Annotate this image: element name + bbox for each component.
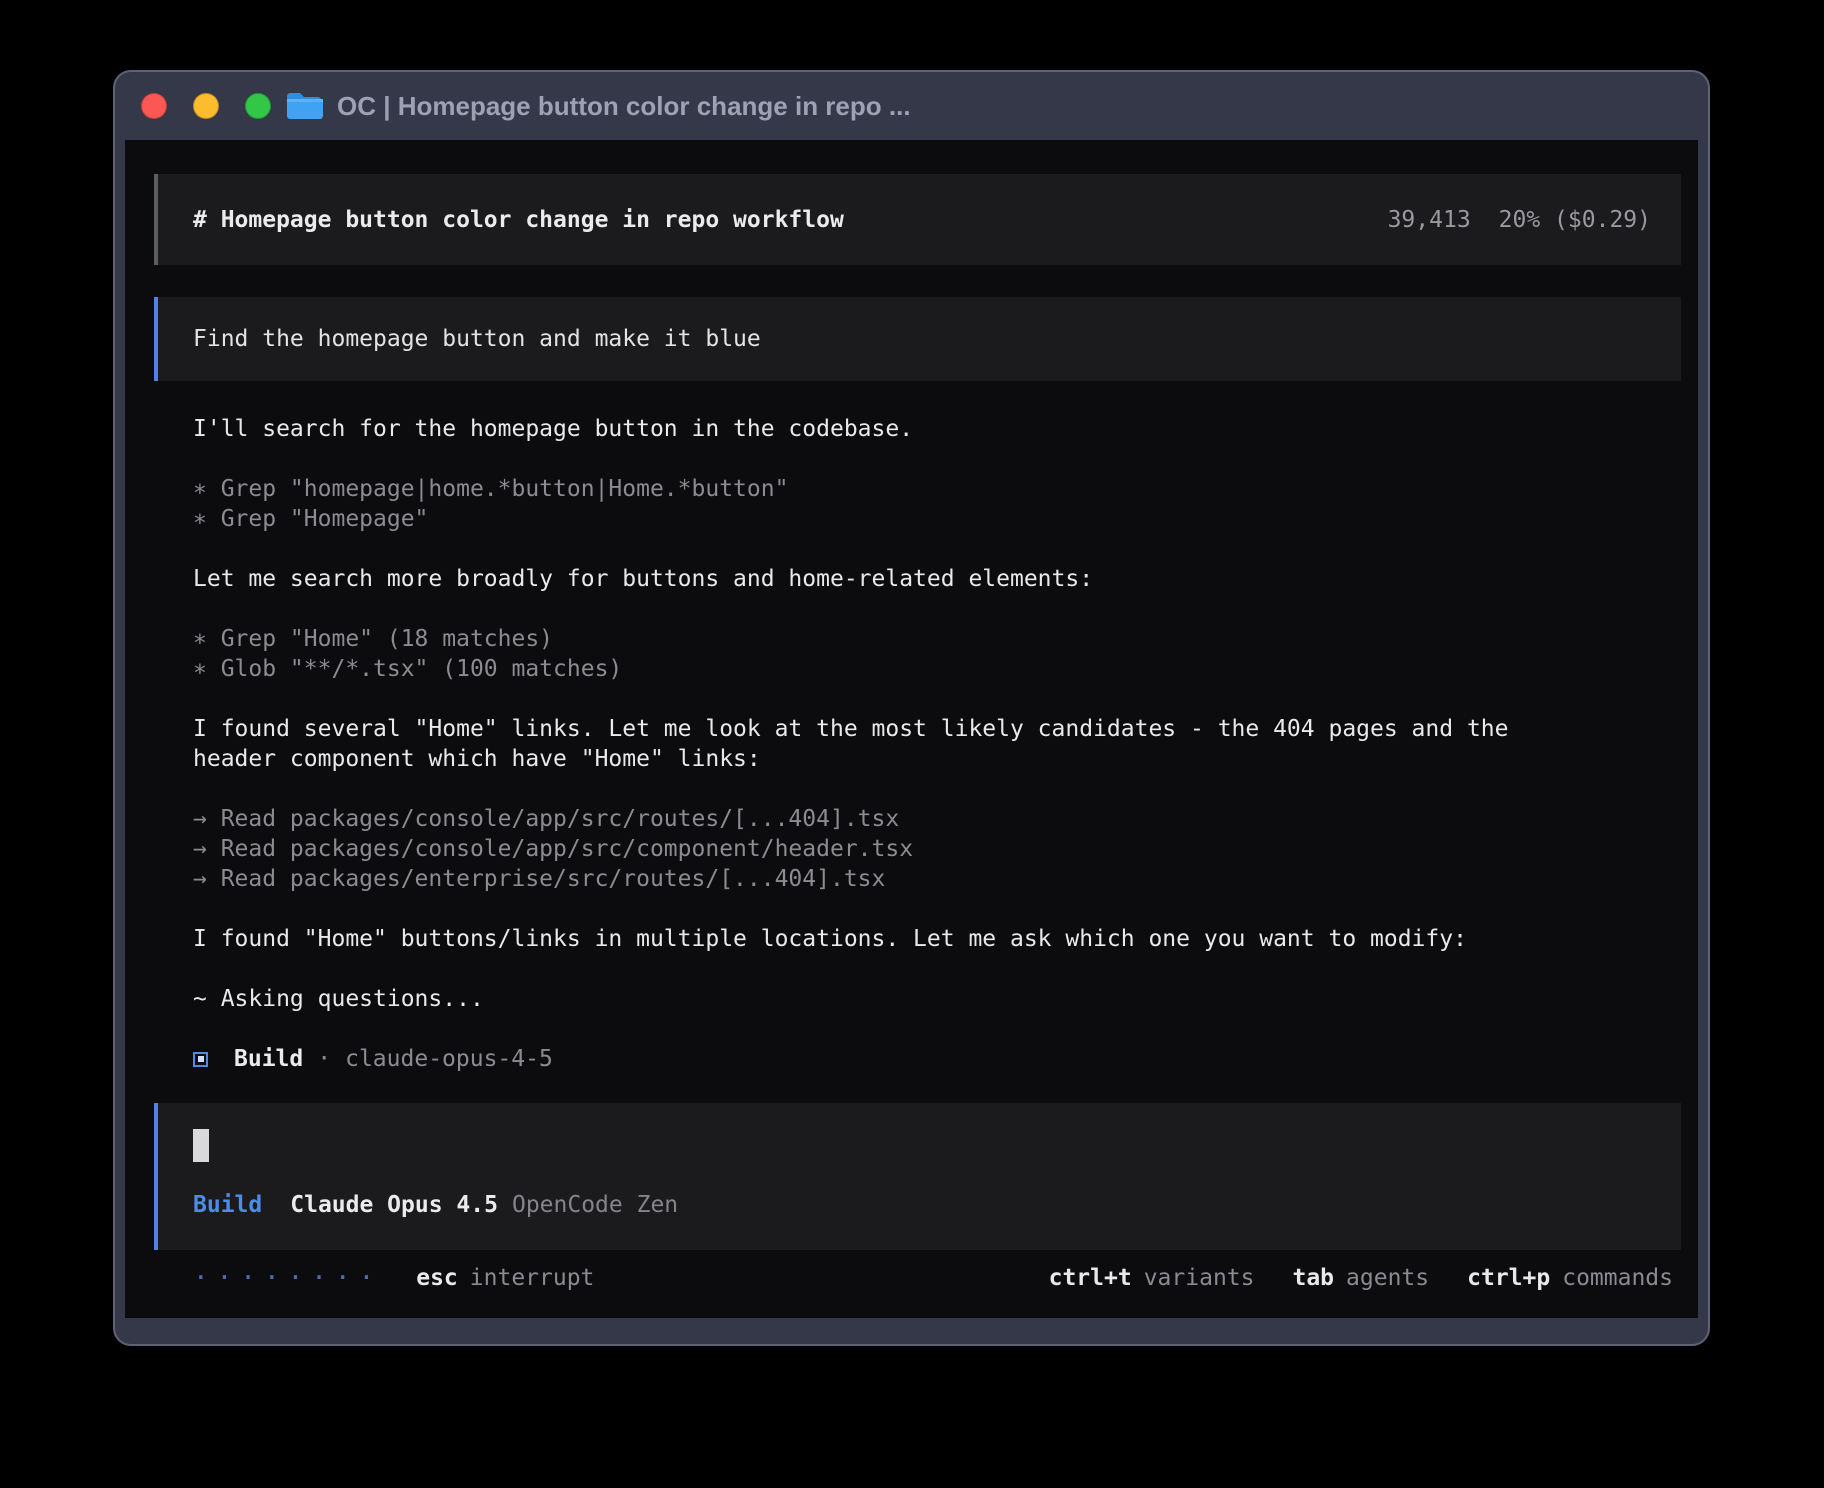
hint-label: agents [1346,1263,1429,1293]
agent-model: claude-opus-4-5 [345,1044,553,1074]
conversation: I'll search for the homepage button in t… [154,414,1681,1074]
input-mode-line: Build Claude Opus 4.5 OpenCode Zen [193,1190,1651,1220]
window-titlebar[interactable]: OC | Homepage button color change in rep… [115,72,1708,140]
window-title: OC | Homepage button color change in rep… [337,91,911,122]
hint-label: commands [1562,1263,1673,1293]
assistant-paragraph: I found several "Home" links. Let me loo… [193,714,1581,774]
zoom-button[interactable] [245,93,271,119]
tool-call-group: → Read packages/console/app/src/routes/[… [193,804,1581,894]
text-cursor [193,1129,209,1162]
minimize-button[interactable] [193,93,219,119]
spinner-dots-icon: ········ [193,1263,382,1293]
model-name: Claude Opus 4.5 [290,1190,498,1220]
hint-agents: tab agents [1292,1263,1429,1293]
token-count: 39,413 [1388,205,1471,235]
agent-build-icon [193,1052,208,1067]
tool-call-group: ∗ Grep "Home" (18 matches) ∗ Glob "**/*.… [193,624,1581,684]
assistant-paragraph: I found "Home" buttons/links in multiple… [193,924,1581,954]
hint-label: interrupt [470,1263,595,1293]
tool-call-read: → Read packages/console/app/src/componen… [193,834,1581,864]
tool-call-glob: ∗ Glob "**/*.tsx" (100 matches) [193,654,1581,684]
provider-name: OpenCode Zen [512,1190,678,1220]
context-cost: 20% ($0.29) [1499,205,1651,235]
user-message-text: Find the homepage button and make it blu… [193,324,761,354]
prompt-input[interactable]: Build Claude Opus 4.5 OpenCode Zen [154,1103,1681,1250]
tool-call-read: → Read packages/enterprise/src/routes/[.… [193,864,1581,894]
agent-name: Build [234,1044,303,1074]
hint-key: ctrl+p [1467,1263,1550,1293]
hint-key: esc [416,1263,458,1293]
tool-call-grep: ∗ Grep "Homepage" [193,504,1581,534]
hint-label: variants [1144,1263,1255,1293]
user-message: Find the homepage button and make it blu… [154,297,1681,381]
hint-key: tab [1292,1263,1334,1293]
working-status: ~ Asking questions... [193,984,1581,1014]
assistant-paragraph: I'll search for the homepage button in t… [193,414,1581,444]
tool-call-grep: ∗ Grep "Home" (18 matches) [193,624,1581,654]
folder-icon [285,90,323,122]
mode-name: Build [193,1190,262,1220]
terminal-content: # Homepage button color change in repo w… [125,140,1698,1318]
status-right: ctrl+t variants tab agents ctrl+p comman… [1049,1263,1673,1293]
status-left: ········ esc interrupt [193,1263,594,1293]
traffic-lights [141,93,271,119]
session-stats: 39,413 20% ($0.29) [1388,205,1651,235]
tool-call-group: ∗ Grep "homepage|home.*button|Home.*butt… [193,474,1581,534]
session-header: # Homepage button color change in repo w… [154,174,1681,265]
hint-key: ctrl+t [1049,1263,1132,1293]
status-bar: ········ esc interrupt ctrl+t variants t… [154,1263,1681,1293]
agent-separator: · [317,1044,331,1074]
tool-call-grep: ∗ Grep "homepage|home.*button|Home.*butt… [193,474,1581,504]
terminal-window: OC | Homepage button color change in rep… [113,70,1710,1346]
agent-status-line: Build · claude-opus-4-5 [193,1044,1581,1074]
hint-interrupt: esc interrupt [416,1263,594,1293]
tool-call-read: → Read packages/console/app/src/routes/[… [193,804,1581,834]
hint-commands: ctrl+p commands [1467,1263,1673,1293]
title-group: OC | Homepage button color change in rep… [285,90,911,122]
session-title: # Homepage button color change in repo w… [193,205,844,235]
close-button[interactable] [141,93,167,119]
hint-variants: ctrl+t variants [1049,1263,1255,1293]
assistant-paragraph: Let me search more broadly for buttons a… [193,564,1581,594]
